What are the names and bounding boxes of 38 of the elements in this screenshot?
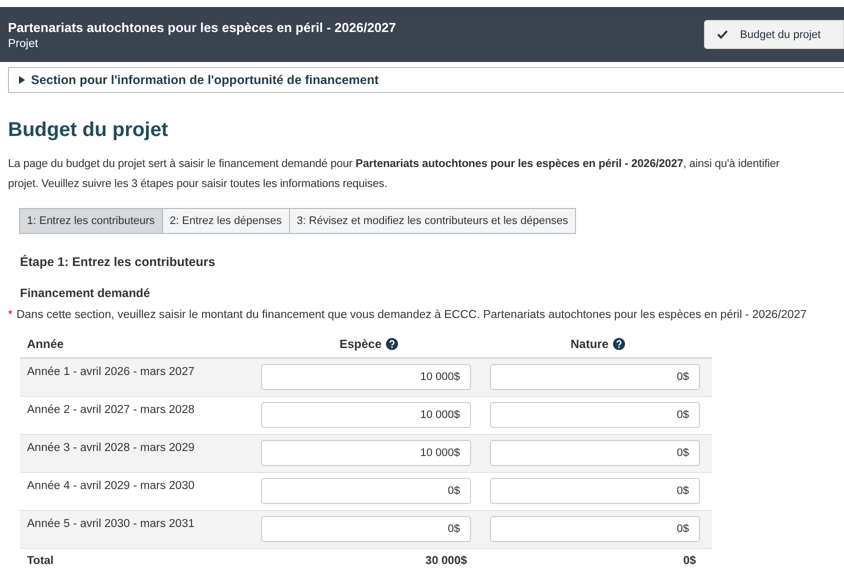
cash-amount-field[interactable]: 10 000$ — [261, 364, 471, 390]
intro-paragraph: La page du budget du projet sert à saisir le financement demandé pour Partenariats autochtones pour les espèces en péril - 2026/2027, ainsi qu'à identifier projet. Veuillez suivre les 3 étapes pour saisir toutes les informations requises. — [8, 157, 780, 192]
project-title: Partenariats autochtones pour les espèces en péril - 2026/2027 — [8, 20, 396, 34]
step-tab[interactable]: 1: Entrez les contributeurs — [19, 208, 163, 234]
required-mark: * — [8, 309, 12, 321]
cash-amount-field[interactable]: 0$ — [261, 478, 471, 504]
check-icon — [717, 30, 728, 39]
caret-icon — [18, 76, 26, 84]
column-header: Espèce — [339, 337, 382, 351]
total-cash: 30 000$ — [425, 555, 467, 567]
step-tab[interactable]: 3: Révisez et modifiez les contributeurs et les dépenses — [288, 208, 576, 234]
in-kind-amount-field[interactable]: 0$ — [490, 440, 700, 466]
in-kind-amount-field[interactable]: 0$ — [490, 516, 700, 542]
total-in-kind: 0$ — [683, 555, 696, 567]
year-label: Année 4 - avril 2029 - mars 2030 — [27, 479, 194, 492]
column-header: Nature — [570, 337, 608, 351]
cash-amount-field[interactable]: 10 000$ — [261, 402, 471, 428]
year-label: Année 2 - avril 2027 - mars 2028 — [27, 403, 194, 416]
cash-amount-field[interactable]: 0$ — [261, 516, 471, 542]
section-toggle[interactable]: Section pour l'information de l'opportunité de financement — [8, 67, 844, 93]
step-title: Étape 1: Entrez les contributeurs — [20, 255, 216, 269]
in-kind-amount-field[interactable]: 0$ — [490, 402, 700, 428]
subsection-title: Financement demandé — [20, 286, 152, 300]
cash-amount-field[interactable]: 10 000$ — [261, 440, 471, 466]
budget-button[interactable]: Budget du projet — [704, 20, 844, 49]
page-subtitle: Projet — [8, 38, 38, 50]
year-label: Année 3 - avril 2028 - mars 2029 — [27, 441, 194, 454]
help-icon[interactable] — [386, 338, 398, 350]
in-kind-amount-field[interactable]: 0$ — [490, 364, 700, 390]
in-kind-amount-field[interactable]: 0$ — [490, 478, 700, 504]
total-label: Total — [27, 555, 54, 567]
year-label: Année 1 - avril 2026 - mars 2027 — [27, 365, 194, 378]
year-label: Année 5 - avril 2030 - mars 2031 — [27, 517, 194, 530]
help-icon[interactable] — [612, 338, 624, 350]
section-note: Dans cette section, veuillez saisir le montant du financement que vous demandez à ECCC. Partenariats autochtones pour les espèces en péril - 2026/2027 — [16, 309, 807, 321]
step-tab[interactable]: 2: Entrez les dépenses — [162, 208, 290, 234]
column-header: Année — [27, 337, 64, 351]
page-heading: Budget du projet — [8, 119, 169, 142]
